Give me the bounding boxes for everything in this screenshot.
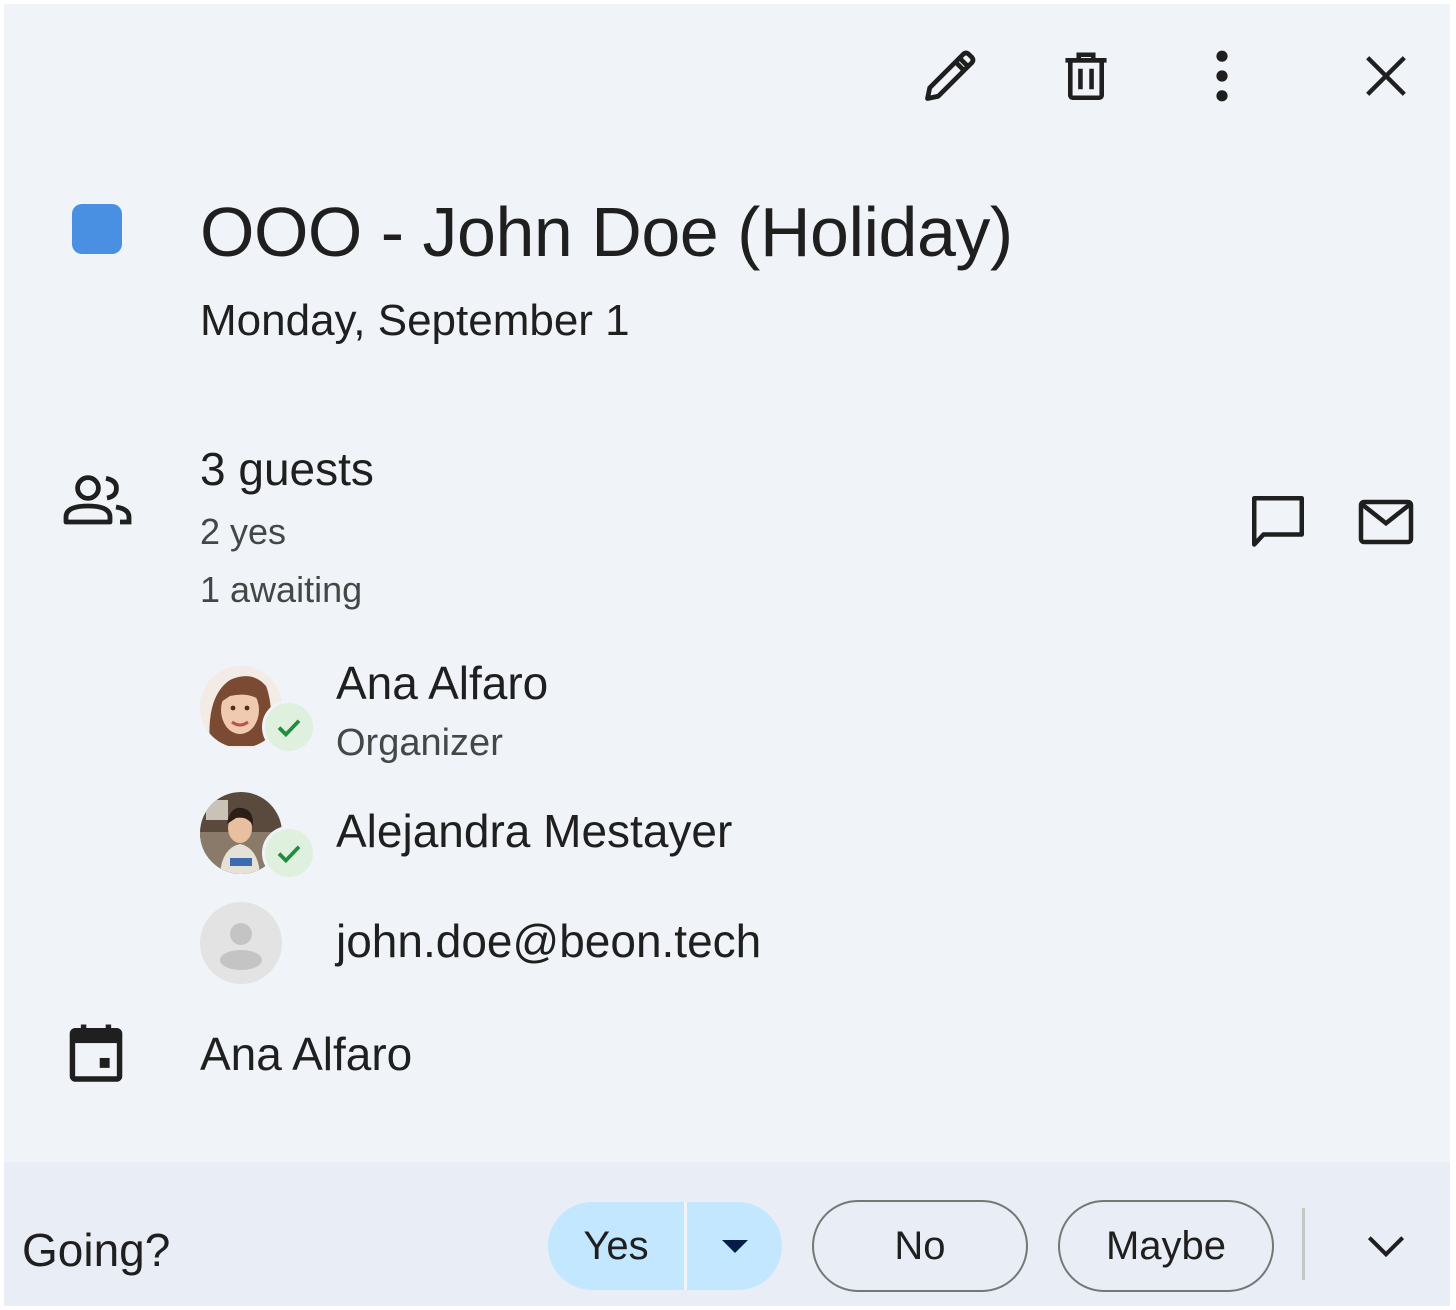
guest-awaiting-count: 1 awaiting <box>200 569 363 610</box>
people-icon <box>63 475 132 525</box>
accepted-badge <box>262 700 316 754</box>
guest-role: Organizer <box>336 722 503 764</box>
guest-name: john.doe@beon.tech <box>336 915 762 967</box>
rsvp-yes-options-button[interactable] <box>687 1202 782 1290</box>
email-icon <box>1358 499 1414 545</box>
rsvp-maybe-button[interactable]: Maybe <box>1058 1200 1274 1292</box>
guest-yes-count: 2 yes <box>200 511 287 552</box>
edit-event-button[interactable] <box>914 40 986 112</box>
check-icon <box>277 845 301 864</box>
rsvp-yes-button[interactable]: Yes <box>548 1202 684 1290</box>
guest-name: Alejandra Mestayer <box>336 805 733 857</box>
guest-name: Ana Alfaro <box>336 657 549 709</box>
pencil-icon <box>925 50 976 101</box>
email-guests-button[interactable] <box>1350 486 1422 558</box>
close-button[interactable] <box>1350 40 1422 112</box>
accepted-badge <box>262 826 316 880</box>
event-title: OOO - John Doe (Holiday) <box>200 193 1013 271</box>
rsvp-yes-split-button: Yes <box>548 1202 782 1290</box>
chevron-down-icon <box>1367 1236 1405 1258</box>
more-options-button[interactable] <box>1186 40 1258 112</box>
event-color-chip <box>72 204 122 254</box>
more-vert-icon <box>1216 50 1228 102</box>
rsvp-bar: Going? Yes No Maybe <box>4 1162 1450 1306</box>
calendar-icon <box>69 1024 123 1082</box>
trash-icon <box>1065 52 1107 101</box>
event-date: Monday, September 1 <box>200 296 630 345</box>
check-icon <box>277 719 301 738</box>
chat-guests-button[interactable] <box>1242 486 1314 558</box>
avatar <box>200 902 282 984</box>
caret-down-icon <box>721 1240 748 1253</box>
calendar-owner: Ana Alfaro <box>200 1028 413 1080</box>
rsvp-prompt: Going? <box>22 1224 171 1276</box>
event-details-card: OOO - John Doe (Holiday) Monday, Septemb… <box>4 4 1450 1306</box>
divider <box>1302 1208 1305 1280</box>
default-avatar-icon <box>220 923 262 970</box>
close-icon <box>1366 56 1406 96</box>
expand-rsvp-button[interactable] <box>1350 1210 1422 1282</box>
rsvp-no-button[interactable]: No <box>812 1200 1028 1292</box>
chat-bubble-icon <box>1252 496 1304 547</box>
guest-count: 3 guests <box>200 443 374 495</box>
delete-event-button[interactable] <box>1050 40 1122 112</box>
